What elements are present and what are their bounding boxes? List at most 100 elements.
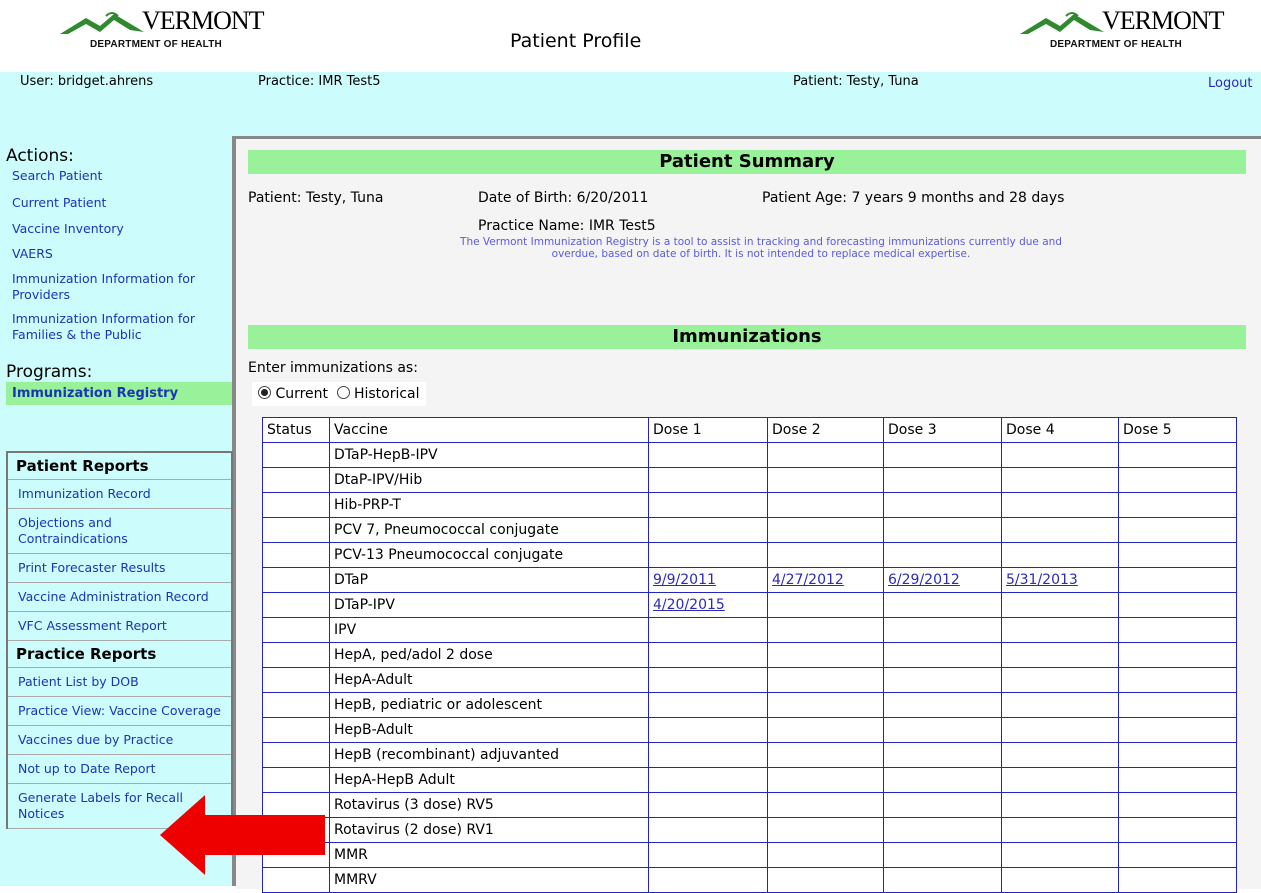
dose-cell[interactable] [883, 592, 1002, 618]
dose-cell[interactable] [883, 467, 1002, 493]
dose-date-link[interactable]: 9/9/2011 [653, 572, 716, 588]
dose-cell[interactable] [767, 442, 884, 468]
dose-cell[interactable] [648, 667, 768, 693]
sidebar-item-search-patient[interactable]: Search Patient [12, 168, 232, 184]
dose-cell[interactable] [883, 542, 1002, 568]
program-immunization-registry[interactable]: Immunization Registry [6, 382, 232, 405]
dose-cell[interactable] [1118, 767, 1237, 793]
radio-historical[interactable] [336, 386, 350, 399]
dose-cell[interactable] [767, 517, 884, 543]
dose-cell[interactable] [883, 492, 1002, 518]
dose-cell[interactable] [1001, 842, 1119, 868]
logout-link[interactable]: Logout [1208, 76, 1253, 91]
report-vaccine-admin-record[interactable]: Vaccine Administration Record [8, 583, 231, 612]
dose-cell[interactable] [883, 617, 1002, 643]
dose-cell[interactable] [648, 517, 768, 543]
dose-cell[interactable] [1001, 617, 1119, 643]
dose-cell[interactable] [883, 692, 1002, 718]
dose-cell[interactable] [1118, 667, 1237, 693]
dose-cell[interactable] [883, 817, 1002, 843]
dose-cell[interactable] [1001, 767, 1119, 793]
dose-cell[interactable] [1001, 742, 1119, 768]
dose-cell[interactable] [883, 767, 1002, 793]
dose-cell[interactable] [883, 517, 1002, 543]
dose-cell[interactable] [648, 617, 768, 643]
dose-cell[interactable] [1001, 642, 1119, 668]
dose-cell[interactable] [1118, 742, 1237, 768]
dose-cell[interactable] [1118, 567, 1237, 593]
dose-cell[interactable] [767, 617, 884, 643]
radio-current[interactable] [258, 386, 271, 399]
sidebar-item-current-patient[interactable]: Current Patient [12, 195, 232, 211]
sidebar-item-vaccine-inventory[interactable]: Vaccine Inventory [12, 221, 232, 237]
dose-cell[interactable] [1001, 542, 1119, 568]
dose-cell[interactable] [1118, 642, 1237, 668]
dose-cell[interactable] [648, 492, 768, 518]
dose-cell[interactable] [648, 792, 768, 818]
dose-cell[interactable] [767, 817, 884, 843]
dose-cell[interactable] [648, 467, 768, 493]
dose-cell[interactable] [1118, 592, 1237, 618]
sidebar-item-imm-info-providers[interactable]: Immunization Information for Providers [12, 271, 212, 303]
report-objections[interactable]: Objections and Contraindications [8, 509, 231, 554]
dose-cell[interactable] [767, 592, 884, 618]
dose-cell[interactable] [883, 667, 1002, 693]
sidebar-item-imm-info-families[interactable]: Immunization Information for Families & … [12, 311, 212, 343]
dose-cell[interactable] [767, 842, 884, 868]
dose-cell[interactable] [883, 742, 1002, 768]
dose-cell[interactable] [883, 867, 1002, 893]
report-not-up-to-date[interactable]: Not up to Date Report [8, 755, 231, 784]
dose-cell[interactable] [1001, 467, 1119, 493]
dose-cell[interactable] [767, 717, 884, 743]
dose-cell[interactable] [1001, 817, 1119, 843]
dose-cell[interactable] [883, 442, 1002, 468]
report-print-forecaster[interactable]: Print Forecaster Results [8, 554, 231, 583]
dose-cell[interactable] [648, 742, 768, 768]
dose-cell[interactable] [1118, 867, 1237, 893]
report-vfc-assessment[interactable]: VFC Assessment Report [8, 612, 231, 641]
dose-cell[interactable] [1001, 692, 1119, 718]
dose-cell[interactable] [1118, 842, 1237, 868]
dose-cell[interactable] [1118, 692, 1237, 718]
dose-cell[interactable] [1001, 867, 1119, 893]
dose-cell[interactable] [648, 867, 768, 893]
dose-cell[interactable] [1001, 592, 1119, 618]
dose-cell[interactable] [767, 467, 884, 493]
report-practice-vaccine-coverage[interactable]: Practice View: Vaccine Coverage [8, 697, 231, 726]
dose-cell[interactable] [883, 717, 1002, 743]
dose-date-link[interactable]: 5/31/2013 [1006, 572, 1078, 588]
dose-date-link[interactable]: 4/20/2015 [653, 597, 725, 613]
dose-cell[interactable] [767, 792, 884, 818]
dose-cell[interactable] [1001, 442, 1119, 468]
dose-cell[interactable] [1118, 442, 1237, 468]
dose-cell[interactable] [883, 642, 1002, 668]
dose-cell[interactable] [767, 767, 884, 793]
report-patient-list-dob[interactable]: Patient List by DOB [8, 668, 231, 697]
dose-cell[interactable] [1118, 542, 1237, 568]
dose-cell[interactable] [648, 817, 768, 843]
dose-cell[interactable] [1001, 792, 1119, 818]
dose-cell[interactable] [767, 642, 884, 668]
dose-cell[interactable] [767, 492, 884, 518]
dose-cell[interactable] [648, 717, 768, 743]
dose-cell[interactable] [1118, 467, 1237, 493]
dose-cell[interactable] [1118, 792, 1237, 818]
report-immunization-record[interactable]: Immunization Record [8, 480, 231, 509]
dose-cell[interactable] [1118, 492, 1237, 518]
dose-cell[interactable] [1001, 492, 1119, 518]
dose-date-link[interactable]: 4/27/2012 [772, 572, 844, 588]
dose-cell[interactable] [1118, 617, 1237, 643]
dose-cell[interactable] [648, 442, 768, 468]
dose-date-link[interactable]: 6/29/2012 [888, 572, 960, 588]
sidebar-item-vaers[interactable]: VAERS [12, 246, 232, 262]
dose-cell[interactable] [648, 767, 768, 793]
dose-cell[interactable] [648, 542, 768, 568]
report-vaccines-due[interactable]: Vaccines due by Practice [8, 726, 231, 755]
dose-cell[interactable] [1118, 817, 1237, 843]
dose-cell[interactable] [648, 842, 768, 868]
dose-cell[interactable] [648, 692, 768, 718]
dose-cell[interactable] [767, 692, 884, 718]
dose-cell[interactable] [1001, 517, 1119, 543]
dose-cell[interactable] [767, 742, 884, 768]
dose-cell[interactable] [767, 867, 884, 893]
